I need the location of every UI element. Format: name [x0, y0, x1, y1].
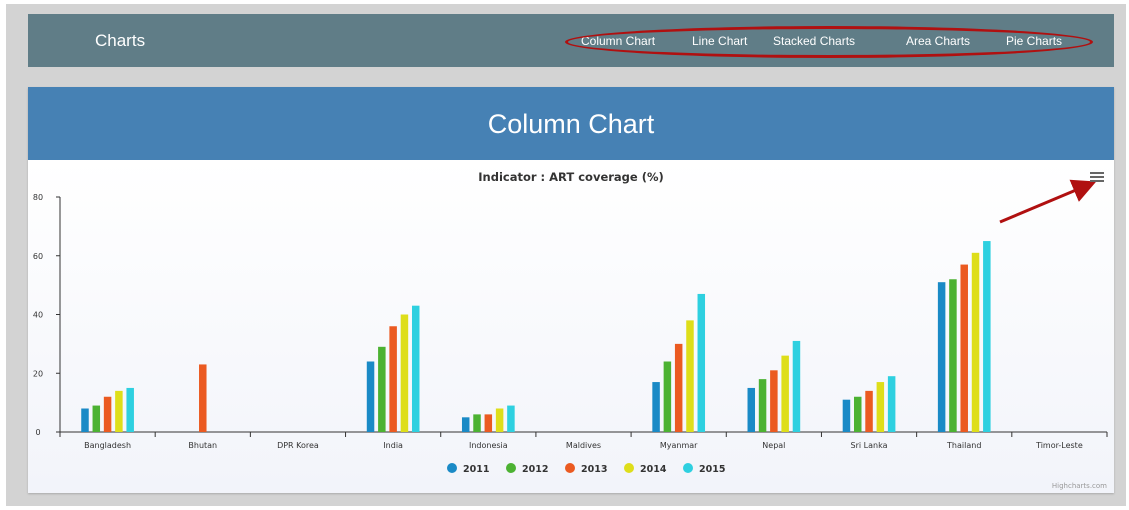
legend-item-label[interactable]: 2012	[522, 464, 548, 475]
x-tick-label: India	[383, 441, 403, 450]
x-tick-label: Indonesia	[469, 441, 508, 450]
bar[interactable]	[792, 340, 801, 432]
bar[interactable]	[126, 387, 134, 432]
bar[interactable]	[461, 417, 470, 432]
legend-item-label[interactable]: 2015	[699, 464, 725, 475]
y-tick-label: 80	[33, 193, 43, 202]
bar[interactable]	[507, 405, 515, 432]
legend-marker[interactable]	[565, 463, 575, 473]
bar[interactable]	[674, 343, 683, 432]
column-chart: Indicator : ART coverage (%) Highcharts.…	[28, 160, 1114, 493]
bar[interactable]	[876, 382, 885, 432]
x-tick-label: Bhutan	[188, 441, 217, 450]
bar[interactable]	[983, 241, 991, 432]
bar[interactable]	[865, 390, 873, 432]
x-tick-label: Bangladesh	[84, 441, 131, 450]
chart-menu-icon[interactable]	[1090, 172, 1104, 184]
x-tick-label: Nepal	[762, 441, 785, 450]
x-tick-label: Thailand	[946, 441, 981, 450]
legend-marker[interactable]	[506, 463, 516, 473]
bar[interactable]	[842, 399, 851, 432]
bar[interactable]	[758, 379, 767, 432]
legend-item-label[interactable]: 2011	[463, 464, 489, 475]
chart-title: Indicator : ART coverage (%)	[478, 170, 664, 184]
bar[interactable]	[697, 293, 706, 432]
bar[interactable]	[960, 264, 968, 432]
bar[interactable]	[853, 396, 862, 432]
bar[interactable]	[887, 376, 896, 432]
y-tick-label: 0	[35, 428, 40, 437]
legend-marker[interactable]	[683, 463, 693, 473]
bar[interactable]	[378, 346, 386, 432]
legend-item-label[interactable]: 2013	[581, 464, 607, 475]
y-tick-label: 20	[33, 369, 43, 378]
bar[interactable]	[473, 414, 481, 432]
bar[interactable]	[770, 370, 778, 432]
bar[interactable]	[495, 408, 504, 433]
bar[interactable]	[937, 282, 946, 432]
bar[interactable]	[411, 305, 420, 432]
bar[interactable]	[366, 361, 375, 433]
credits-link[interactable]: Highcharts.com	[1052, 482, 1107, 490]
x-tick-label: Sri Lanka	[851, 441, 888, 450]
bar[interactable]	[389, 326, 397, 432]
legend-marker[interactable]	[447, 463, 457, 473]
x-tick-label: Myanmar	[660, 441, 698, 450]
bar[interactable]	[199, 364, 207, 432]
bar[interactable]	[781, 355, 789, 432]
bar[interactable]	[949, 279, 957, 432]
bar[interactable]	[747, 387, 756, 432]
y-tick-label: 60	[33, 252, 43, 261]
bar[interactable]	[81, 408, 89, 433]
legend-item-label[interactable]: 2014	[640, 464, 667, 475]
x-tick-label: Maldives	[566, 441, 601, 450]
bar[interactable]	[484, 414, 493, 432]
bar[interactable]	[115, 390, 123, 432]
bar[interactable]	[663, 361, 672, 433]
bar[interactable]	[652, 382, 660, 432]
bar[interactable]	[103, 396, 112, 432]
legend-marker[interactable]	[624, 463, 634, 473]
bar[interactable]	[400, 314, 409, 433]
bar[interactable]	[92, 405, 101, 432]
bar[interactable]	[971, 252, 980, 432]
bar[interactable]	[686, 320, 694, 432]
x-tick-label: Timor-Leste	[1035, 441, 1083, 450]
y-tick-label: 40	[33, 311, 43, 320]
x-tick-label: DPR Korea	[277, 441, 319, 450]
